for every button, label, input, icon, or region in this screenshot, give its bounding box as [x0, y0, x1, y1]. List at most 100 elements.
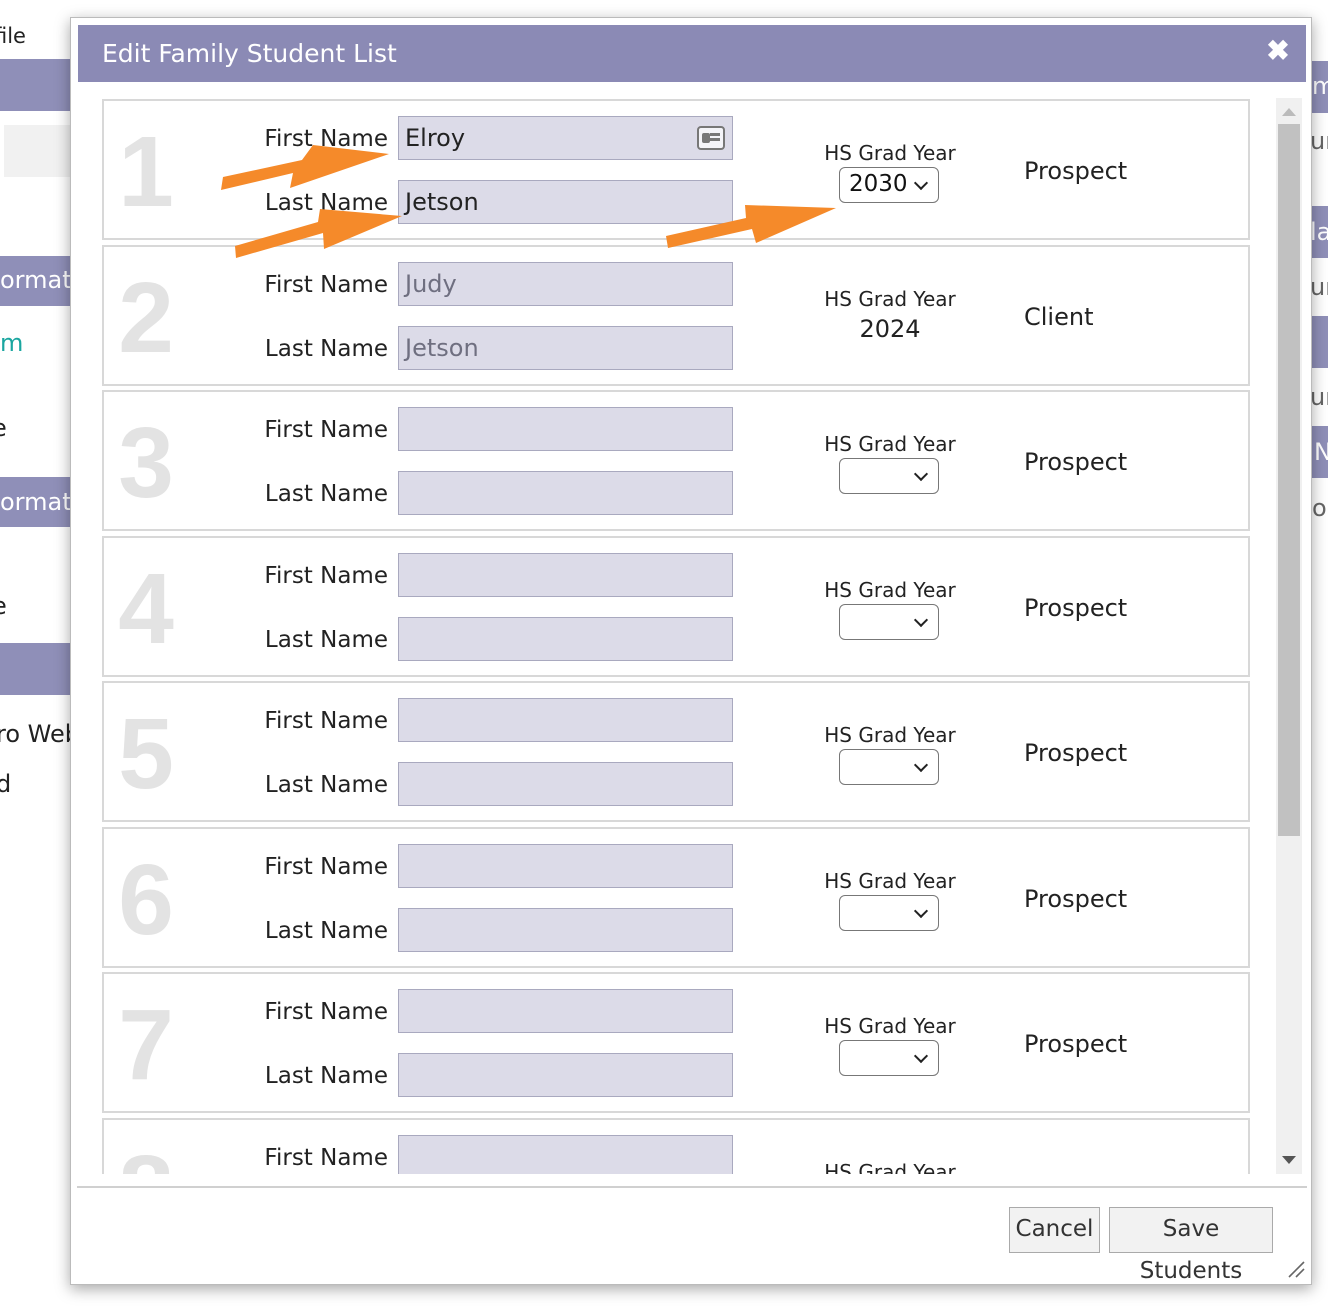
student-row: 6 First Name Last Name HS Grad Year Pros… — [102, 826, 1250, 968]
grad-year-label: HS Grad Year — [824, 141, 956, 165]
student-row: 3 First Name Last Name HS Grad Year Pros… — [102, 390, 1250, 531]
last-name-field[interactable]: Jetson — [398, 180, 733, 224]
first-name-value: Elroy — [405, 124, 466, 152]
grad-year-label: HS Grad Year — [824, 286, 956, 311]
first-name-field[interactable] — [398, 407, 733, 451]
first-name-value: Judy — [405, 269, 457, 298]
dialog-titlebar[interactable]: Edit Family Student List ✖ — [78, 25, 1306, 82]
first-name-label: First Name — [264, 271, 388, 298]
scroll-up-arrow-icon[interactable] — [1282, 108, 1296, 116]
student-row: 1 First Name Elroy Last Name Jetson HS G… — [102, 99, 1250, 240]
first-name-label: First Name — [264, 708, 388, 734]
bg-link[interactable]: m — [0, 329, 23, 357]
grad-year-label: HS Grad Year — [824, 1014, 956, 1038]
grad-year-label: HS Grad Year — [824, 868, 956, 893]
grad-year-label: HS Grad Year — [824, 577, 956, 602]
bg-right-text: ur — [1310, 273, 1328, 301]
scroll-down-arrow-icon[interactable] — [1282, 1156, 1296, 1164]
last-name-label: Last Name — [264, 772, 388, 798]
first-name-field[interactable] — [398, 552, 733, 597]
student-number: 4 — [118, 552, 174, 665]
last-name-label: Last Name — [264, 190, 388, 216]
bg-text: ro Web — [0, 720, 80, 748]
student-row: 7 First Name Last Name HS Grad Year Pros… — [102, 972, 1250, 1113]
first-name-label: First Name — [264, 999, 388, 1025]
last-name-label: Last Name — [264, 335, 388, 362]
footer-divider — [77, 1186, 1307, 1188]
bg-right-text: o — [1312, 494, 1327, 522]
last-name-label: Last Name — [264, 1063, 388, 1089]
save-students-button[interactable]: Save Students — [1109, 1207, 1273, 1284]
bg-text-file: file — [0, 24, 26, 48]
last-name-field[interactable] — [398, 471, 733, 515]
status-label: Prospect — [1024, 739, 1128, 767]
student-number: 5 — [118, 698, 174, 810]
student-number: 8 — [116, 1136, 176, 1175]
grad-year-select[interactable] — [839, 603, 939, 640]
first-name-field[interactable] — [398, 843, 733, 888]
grad-year-select[interactable] — [839, 894, 939, 931]
last-name-label: Last Name — [264, 626, 388, 653]
bg-section-bar-3 — [0, 643, 72, 695]
contact-card-icon[interactable] — [697, 126, 725, 150]
grad-year-select[interactable]: 2030 — [839, 167, 939, 203]
grad-year-label: HS Grad Year — [824, 432, 956, 456]
dialog-title: Edit Family Student List — [102, 39, 397, 68]
last-name-field[interactable] — [398, 616, 733, 661]
student-number: 1 — [118, 116, 174, 228]
first-name-field[interactable]: Elroy — [398, 116, 733, 160]
bg-right-text: ur — [1310, 383, 1328, 411]
student-number: 6 — [118, 843, 174, 956]
bg-text: e — [0, 592, 7, 620]
bg-panel — [4, 125, 72, 177]
status-label: Client — [1024, 302, 1094, 331]
edit-family-student-dialog: Edit Family Student List ✖ 1 First Name … — [70, 17, 1312, 1285]
last-name-value: Jetson — [405, 333, 479, 362]
student-number: 3 — [118, 407, 174, 519]
bg-section-title-2: ormat — [0, 488, 72, 516]
status-label: Prospect — [1024, 593, 1128, 622]
grad-year-value: 2024 — [859, 314, 921, 343]
grad-year-select[interactable] — [839, 458, 939, 494]
status-label: Prospect — [1024, 1030, 1128, 1058]
student-number: 7 — [118, 989, 174, 1101]
grad-year-select[interactable] — [839, 749, 939, 785]
scrollbar-thumb[interactable] — [1278, 124, 1300, 836]
last-name-value: Jetson — [405, 188, 479, 216]
bg-header-bar — [0, 59, 72, 111]
student-row: 2 First Name Judy Last Name Jetson HS Gr… — [102, 244, 1250, 386]
last-name-label: Last Name — [264, 481, 388, 507]
cancel-button[interactable]: Cancel — [1009, 1207, 1100, 1253]
grad-year-label: HS Grad Year — [824, 1159, 956, 1175]
grad-year-label: HS Grad Year — [824, 723, 956, 747]
close-icon[interactable]: ✖ — [1264, 37, 1292, 65]
last-name-field[interactable] — [398, 1053, 733, 1097]
last-name-field[interactable] — [398, 762, 733, 806]
first-name-label: First Name — [264, 853, 388, 880]
student-list: 1 First Name Elroy Last Name Jetson HS G… — [102, 98, 1254, 1174]
student-row: 8 First Name Last Name HS Grad Year — [102, 1117, 1250, 1175]
first-name-field[interactable] — [398, 989, 733, 1033]
grad-year-select[interactable] — [839, 1040, 939, 1076]
first-name-field: Judy — [398, 261, 733, 306]
resize-handle-icon[interactable] — [1285, 1258, 1305, 1278]
last-name-field[interactable] — [398, 907, 733, 952]
scrollbar[interactable] — [1276, 98, 1302, 1174]
first-name-label: First Name — [264, 562, 388, 589]
first-name-label: First Name — [264, 417, 388, 443]
bg-section-title-1: ormat — [0, 266, 72, 294]
bg-text: e — [0, 414, 7, 442]
first-name-field[interactable] — [398, 1134, 733, 1174]
student-number: 2 — [118, 261, 174, 374]
status-label: Prospect — [1024, 884, 1128, 913]
bg-right-text: la — [1310, 218, 1328, 246]
student-row: 5 First Name Last Name HS Grad Year Pros… — [102, 681, 1250, 822]
first-name-label: First Name — [264, 1144, 388, 1171]
bg-right-text: ur — [1310, 127, 1328, 155]
bg-right-text: m — [1312, 72, 1328, 100]
first-name-field[interactable] — [398, 698, 733, 742]
last-name-field: Jetson — [398, 325, 733, 370]
student-row: 4 First Name Last Name HS Grad Year Pros… — [102, 535, 1250, 677]
last-name-label: Last Name — [264, 917, 388, 944]
bg-right-text: N — [1314, 438, 1328, 466]
